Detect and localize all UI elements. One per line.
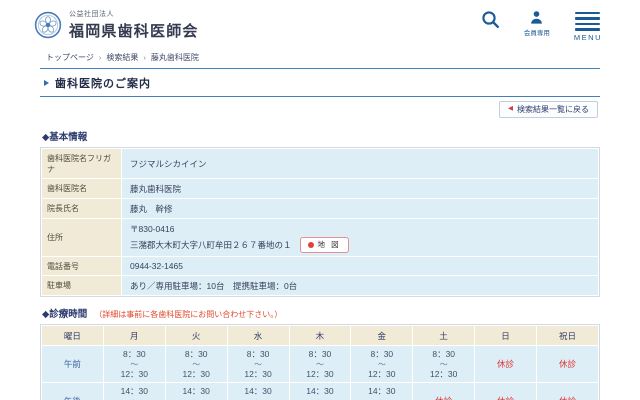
column-header: 木	[288, 325, 352, 346]
row-value: 〒830-0416 三潴郡大木町大字八町牟田２６７番地の１ 地 図	[121, 218, 599, 257]
time-cell: 8：30 ～ 12：30	[164, 345, 228, 383]
logo-text: 公益社団法人 福岡県歯科医師会	[69, 9, 199, 41]
column-header: 火	[164, 325, 228, 346]
member-area-button[interactable]: 会員専用	[524, 10, 550, 37]
column-header: 金	[350, 325, 414, 346]
hours-row-afternoon: 午後 14：30～19：00 14：30～19：00 14：30～19：00 1…	[41, 382, 599, 400]
row-label: 歯科医院名	[41, 178, 122, 199]
basic-info-table-wrap: 歯科医院名フリガナ フジマルシカイイン 歯科医院名 藤丸歯科医院 院長氏名 藤丸…	[40, 147, 600, 297]
header-actions: 会員専用 MENU	[481, 10, 602, 42]
closed-cell: 休診	[474, 382, 537, 400]
hours-table: 曜日 月 火 水 木 金 土 日 祝日 午前 8：30 ～ 12：30 8：30 ～ 1…	[41, 325, 599, 400]
back-row: ◀ 検索結果一覧に戻る	[40, 97, 600, 120]
person-icon	[531, 11, 543, 24]
closed-cell: 休診	[412, 382, 476, 400]
time-cell: 8：30 ～ 12：30	[288, 345, 352, 383]
closed-cell: 休診	[474, 345, 537, 383]
table-row: 駐車場 あり／専用駐車場：10台 提携駐車場：0台	[41, 275, 599, 296]
org-type-label: 公益社団法人	[69, 11, 114, 18]
slot-label: 午後	[41, 382, 104, 400]
hours-row-morning: 午前 8：30 ～ 12：30 8：30 ～ 12：30 8：30 ～ 12：30 8：30…	[41, 345, 599, 383]
row-value: 藤丸 幹修	[121, 198, 599, 219]
column-header: 土	[412, 325, 476, 346]
hours-note: （詳細は事前に各歯科医院にお問い合わせ下さい。）	[94, 310, 283, 319]
row-label: 電話番号	[41, 256, 122, 276]
address-text: 三潴郡大木町大字八町牟田２６７番地の１	[130, 239, 292, 250]
back-arrow-icon: ◀	[508, 105, 513, 113]
row-label: 住所	[41, 218, 122, 257]
map-marker-icon	[307, 241, 314, 248]
table-row: 電話番号 0944-32-1465	[41, 256, 599, 276]
time-cell: 14：30～19：00	[164, 382, 228, 400]
breadcrumb-separator: ›	[98, 53, 102, 62]
breadcrumb-separator: ›	[143, 53, 146, 62]
row-label: 歯科医院名フリガナ	[41, 148, 122, 179]
time-cell: 8：30 ～ 12：30	[102, 345, 166, 383]
time-cell: 14：30～19：00	[350, 382, 414, 400]
column-header: 曜日	[41, 325, 104, 346]
column-header: 月	[102, 325, 166, 346]
page-title-bar: 歯科医院のご案内	[40, 68, 600, 97]
time-cell: 8：30 ～ 12：30	[226, 345, 290, 383]
row-value: フジマルシカイイン	[121, 148, 599, 179]
basic-info-table: 歯科医院名フリガナ フジマルシカイイン 歯科医院名 藤丸歯科医院 院長氏名 藤丸…	[41, 148, 599, 296]
row-value: あり／専用駐車場：10台 提携駐車場：0台	[121, 275, 599, 296]
breadcrumb-link-home[interactable]: トップページ	[46, 53, 94, 62]
column-header: 祝日	[536, 325, 599, 346]
site-header: 公益社団法人 福岡県歯科医師会 会員専用 MENU	[0, 0, 640, 48]
title-arrow-icon	[44, 80, 49, 86]
time-cell: 14：30～19：00	[288, 382, 352, 400]
time-cell: 8：30 ～ 12：30	[412, 345, 476, 383]
closed-cell: 休診	[536, 345, 599, 383]
slot-label: 午前	[41, 345, 104, 383]
org-name: 福岡県歯科医師会	[69, 23, 199, 40]
row-value: 藤丸歯科医院	[121, 178, 599, 199]
closed-cell: 休診	[536, 382, 599, 400]
column-header: 日	[474, 325, 537, 346]
row-value: 0944-32-1465	[121, 256, 599, 276]
site-logo[interactable]: 公益社団法人 福岡県歯科医師会	[34, 9, 199, 41]
table-row: 歯科医院名 藤丸歯科医院	[41, 178, 599, 199]
menu-button[interactable]: MENU	[574, 10, 602, 42]
hours-table-wrap: 曜日 月 火 水 木 金 土 日 祝日 午前 8：30 ～ 12：30 8：30 ～ 1…	[40, 324, 600, 400]
basic-info-heading: ◆基本情報	[42, 132, 88, 143]
main-content: トップページ › 検索結果 › 藤丸歯科医院 歯科医院のご案内 ◀ 検索結果一覧に戻る …	[0, 48, 640, 400]
basic-info-heading-row: ◆基本情報	[42, 129, 600, 143]
row-label: 院長氏名	[41, 198, 122, 219]
back-to-results-link[interactable]: ◀ 検索結果一覧に戻る	[499, 101, 598, 118]
time-cell: 14：30～19：00	[102, 382, 166, 400]
search-button[interactable]	[481, 10, 500, 29]
row-label: 駐車場	[41, 275, 122, 296]
hours-header-row: 曜日 月 火 水 木 金 土 日 祝日	[41, 325, 599, 346]
member-area-label: 会員専用	[523, 30, 550, 37]
table-row: 院長氏名 藤丸 幹修	[41, 198, 599, 219]
page-title: 歯科医院のご案内	[55, 78, 151, 90]
time-cell: 14：30～19：00	[226, 382, 290, 400]
column-header: 水	[226, 325, 290, 346]
map-button[interactable]: 地 図	[299, 236, 349, 253]
search-icon	[482, 11, 499, 28]
hamburger-icon	[575, 10, 601, 31]
breadcrumb-current: 藤丸歯科医院	[150, 53, 199, 62]
postal-code: 〒830-0416	[130, 223, 175, 234]
time-cell: 8：30 ～ 12：30	[350, 345, 414, 383]
association-emblem-icon	[34, 11, 62, 39]
map-button-label: 地 図	[317, 240, 341, 249]
table-row-address: 住所 〒830-0416 三潴郡大木町大字八町牟田２６７番地の１ 地 図	[41, 218, 599, 257]
menu-label: MENU	[573, 32, 602, 42]
hours-heading-row: ◆診療時間 （詳細は事前に各歯科医院にお問い合わせ下さい。）	[42, 306, 600, 320]
breadcrumb-link-search-results[interactable]: 検索結果	[106, 53, 138, 62]
breadcrumb: トップページ › 検索結果 › 藤丸歯科医院	[40, 48, 600, 68]
hours-heading: ◆診療時間	[42, 309, 88, 320]
back-link-label: 検索結果一覧に戻る	[517, 105, 589, 114]
table-row: 歯科医院名フリガナ フジマルシカイイン	[41, 148, 599, 179]
